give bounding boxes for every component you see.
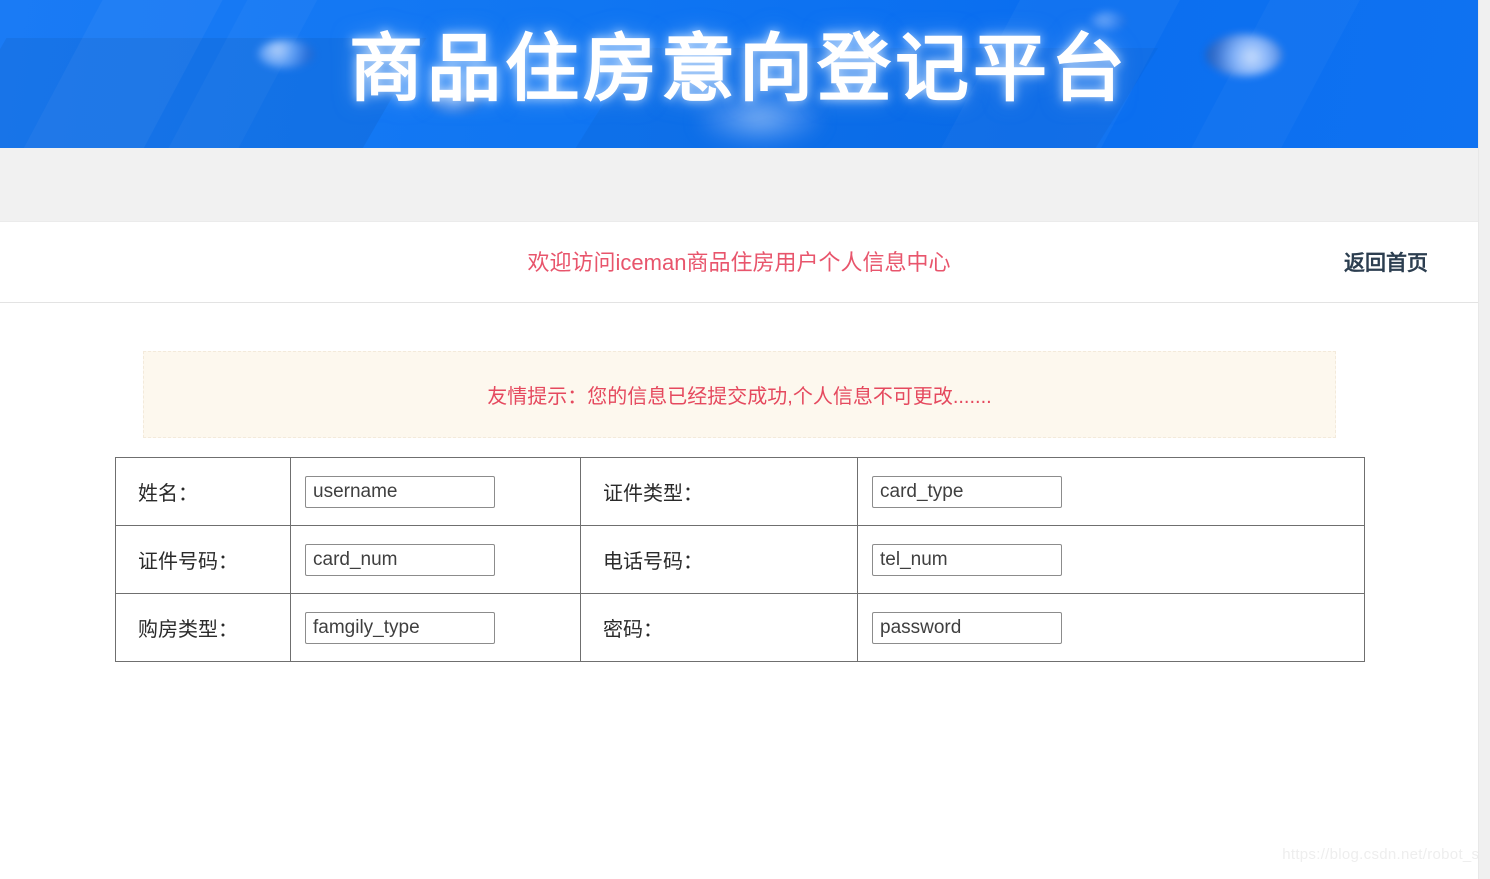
field-cell-tel-num [857, 525, 1365, 594]
label-family-type: 购房类型： [115, 593, 291, 662]
table-row: 姓名： 证件类型： [115, 457, 1365, 526]
table-row: 购房类型： 密码： [115, 593, 1365, 662]
label-name: 姓名： [115, 457, 291, 526]
table-row: 证件号码： 电话号码： [115, 525, 1365, 594]
personal-info-table: 姓名： 证件类型： 证件号码： 电话号码： [115, 457, 1365, 662]
card-type-input[interactable] [872, 475, 1062, 508]
field-cell-password [857, 593, 1365, 662]
label-card-type: 证件类型： [580, 457, 858, 526]
label-tel-num: 电话号码： [580, 525, 858, 594]
info-alert-box: 友情提示：您的信息已经提交成功,个人信息不可更改....... [143, 351, 1336, 438]
username-input[interactable] [305, 475, 495, 508]
field-cell-family-type [290, 593, 581, 662]
banner-title: 商品住房意向登记平台 [349, 27, 1129, 110]
form-container: 姓名： 证件类型： 证件号码： 电话号码： [0, 438, 1490, 662]
alert-container: 友情提示：您的信息已经提交成功,个人信息不可更改....... [0, 303, 1490, 438]
return-home-link[interactable]: 返回首页 [1344, 222, 1428, 303]
scrollbar-thumb[interactable] [1479, 0, 1489, 300]
page-root: 商品住房意向登记平台 欢迎访问iceman商品住房用户个人信息中心 返回首页 友… [0, 0, 1490, 879]
watermark-text: https://blog.csdn.net/robot_sh [1282, 846, 1488, 863]
field-cell-card-num [290, 525, 581, 594]
card-num-input[interactable] [305, 543, 495, 576]
alert-message: 友情提示：您的信息已经提交成功,个人信息不可更改....... [487, 386, 992, 408]
navigation-bar [0, 148, 1478, 222]
field-cell-card-type [857, 457, 1365, 526]
welcome-header: 欢迎访问iceman商品住房用户个人信息中心 返回首页 [0, 222, 1478, 303]
welcome-message: 欢迎访问iceman商品住房用户个人信息中心 [527, 250, 951, 275]
label-password: 密码： [580, 593, 858, 662]
family-type-input[interactable] [305, 611, 495, 644]
tel-num-input[interactable] [872, 543, 1062, 576]
vertical-scrollbar[interactable] [1478, 0, 1490, 879]
site-banner: 商品住房意向登记平台 [0, 0, 1478, 148]
field-cell-username [290, 457, 581, 526]
password-input[interactable] [872, 611, 1062, 644]
label-card-num: 证件号码： [115, 525, 291, 594]
